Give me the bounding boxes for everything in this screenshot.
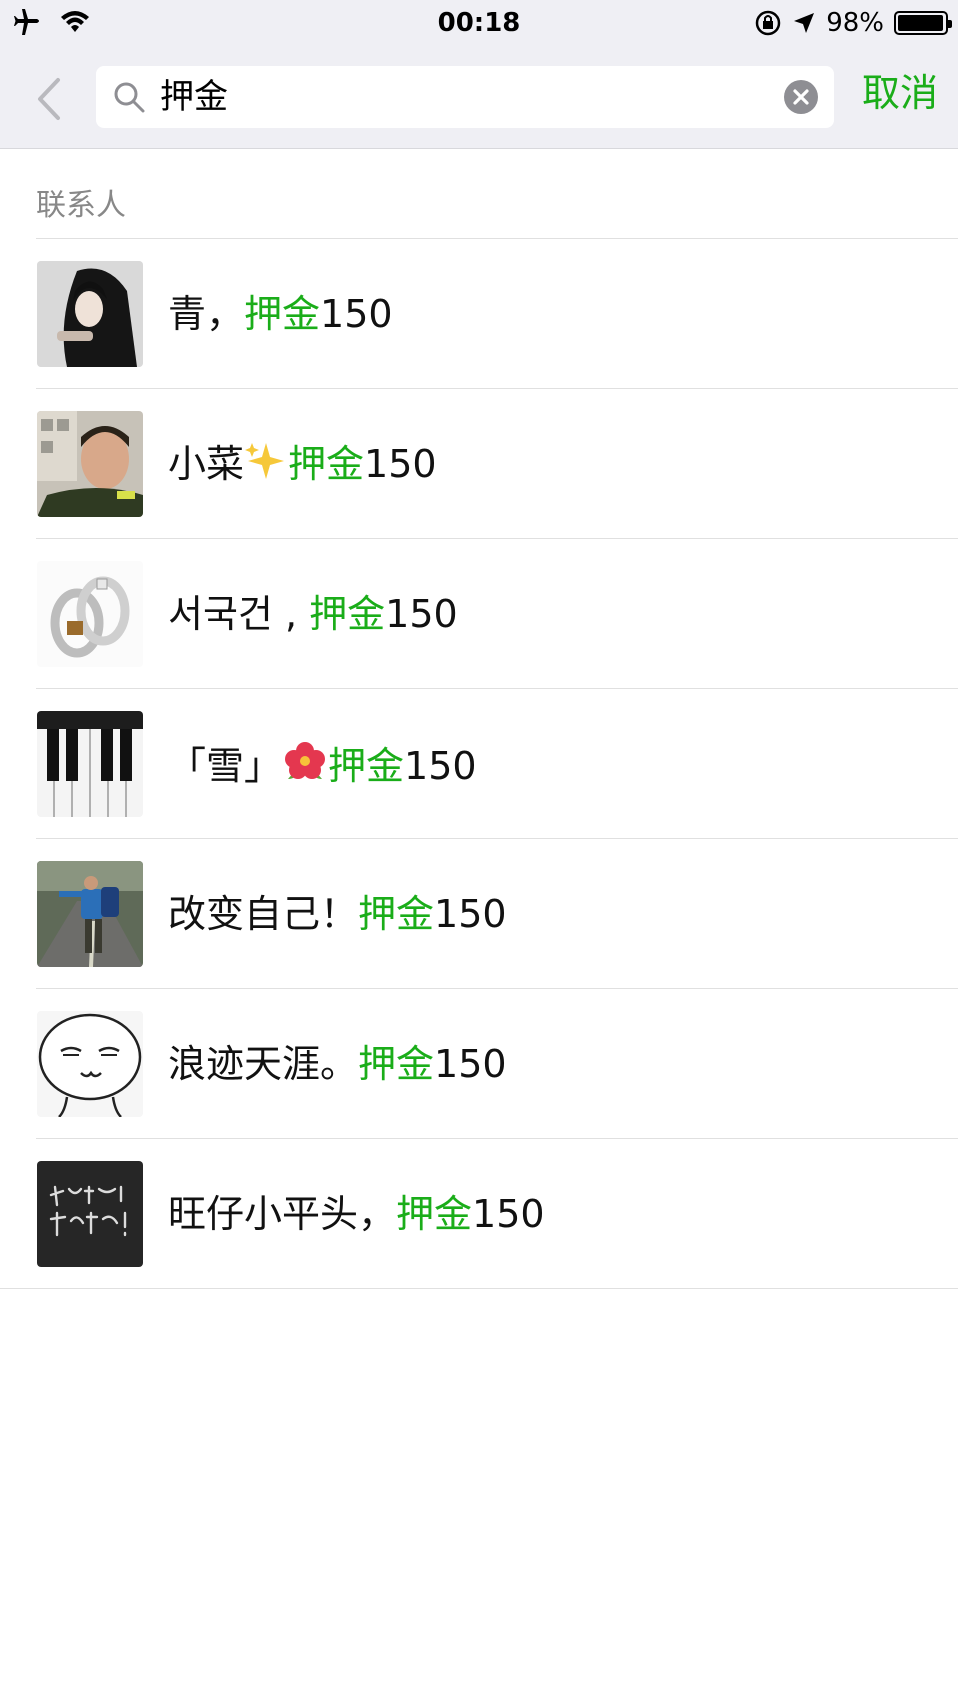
location-icon [794, 13, 815, 33]
divider [0, 1288, 958, 1289]
avatar [37, 1161, 143, 1267]
status-right: 98% [754, 8, 952, 38]
search-input[interactable]: 押金 [96, 66, 834, 128]
name-highlight: 押金 [328, 744, 405, 788]
contact-list: 青，押金150 小菜 押金150 서국건 , 押金150 「雪」 押金150 改… [0, 239, 958, 1289]
name-text: 浪迹天涯。 [168, 1042, 359, 1086]
contact-name: 青，押金150 [168, 289, 393, 339]
avatar [37, 1011, 143, 1117]
contact-row[interactable]: 青，押金150 [0, 239, 958, 389]
battery-icon [894, 11, 952, 35]
avatar [37, 561, 143, 667]
name-highlight: 押金 [396, 1192, 473, 1236]
name-text: 青， [168, 292, 245, 336]
name-text: 「雪」 [168, 744, 283, 788]
contact-row[interactable]: 서국건 , 押金150 [0, 539, 958, 689]
name-highlight: 押金 [244, 292, 321, 336]
status-bar: 00:18 98% [0, 0, 958, 46]
back-chevron-icon[interactable] [30, 74, 70, 124]
avatar [37, 861, 143, 967]
name-text: 改变自己！ [168, 892, 359, 936]
name-suffix: 150 [404, 744, 477, 788]
search-header: 押金 取消 [0, 46, 958, 149]
name-highlight: 押金 [358, 892, 435, 936]
battery-percent: 98% [826, 8, 884, 38]
cancel-button[interactable]: 取消 [862, 68, 938, 118]
name-suffix: 150 [472, 1192, 545, 1236]
avatar [37, 711, 143, 817]
clear-search-icon[interactable] [784, 80, 818, 114]
contact-row[interactable]: 旺仔小平头，押金150 [0, 1139, 958, 1289]
name-suffix: 150 [385, 592, 458, 636]
hibiscus-icon [285, 742, 326, 779]
name-suffix: 150 [320, 292, 393, 336]
contact-name: 浪迹天涯。押金150 [168, 1039, 507, 1089]
name-text: 서국건 , [168, 592, 310, 636]
contact-name: 改变自己！押金150 [168, 889, 507, 939]
name-suffix: 150 [364, 442, 437, 486]
contact-name: 서국건 , 押金150 [168, 589, 458, 639]
avatar [37, 261, 143, 367]
name-highlight: 押金 [358, 1042, 435, 1086]
name-suffix: 150 [434, 892, 507, 936]
contact-row[interactable]: 浪迹天涯。押金150 [0, 989, 958, 1139]
contact-row[interactable]: 「雪」 押金150 [0, 689, 958, 839]
contact-name: 小菜 押金150 [168, 439, 437, 489]
section-title-contacts: 联系人 [36, 188, 126, 223]
name-text: 小菜 [168, 442, 245, 486]
search-icon [114, 82, 145, 113]
name-highlight: 押金 [309, 592, 386, 636]
contact-row[interactable]: 小菜 押金150 [0, 389, 958, 539]
sparkles-icon [245, 443, 285, 479]
contact-name: 「雪」 押金150 [168, 739, 477, 791]
name-suffix: 150 [434, 1042, 507, 1086]
name-text: 旺仔小平头， [168, 1192, 397, 1236]
name-highlight: 押金 [288, 442, 365, 486]
contact-row[interactable]: 改变自己！押金150 [0, 839, 958, 989]
contact-name: 旺仔小平头，押金150 [168, 1189, 545, 1239]
rotation-lock-icon [755, 10, 781, 36]
avatar [37, 411, 143, 517]
search-query[interactable]: 押金 [160, 74, 228, 120]
